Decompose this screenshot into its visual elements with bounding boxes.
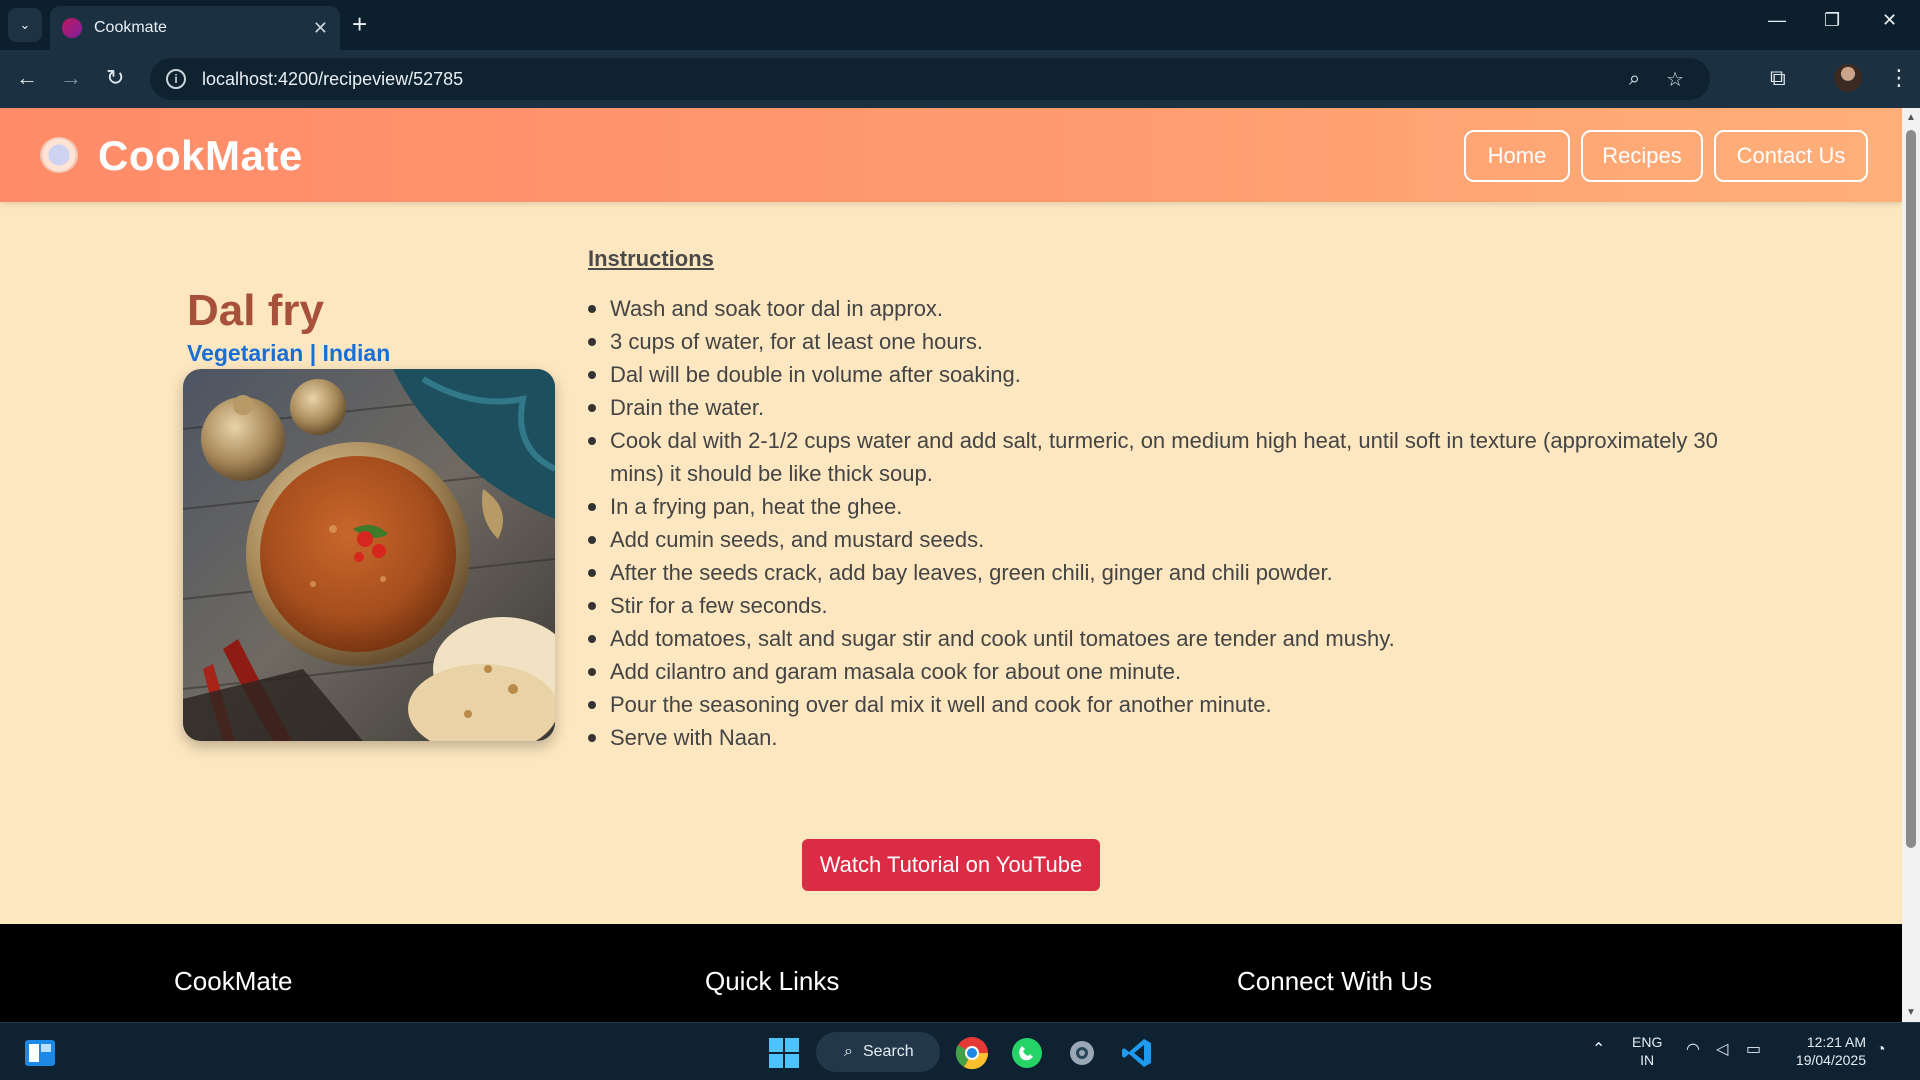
chrome-icon[interactable] [952, 1033, 992, 1073]
vscode-icon[interactable] [1117, 1033, 1157, 1073]
footer-connect-heading: Connect With Us [1237, 966, 1433, 996]
browser-menu-icon[interactable]: ⋮ [1888, 65, 1910, 91]
tab-search-button[interactable]: ⌄ [8, 8, 42, 42]
minimize-window-button[interactable]: — [1768, 10, 1786, 31]
address-bar[interactable]: i localhost:4200/recipeview/52785 ⌕ ☆ [150, 58, 1710, 100]
url-text: localhost:4200/recipeview/52785 [202, 68, 464, 89]
bookmark-star-icon[interactable]: ☆ [1666, 67, 1684, 92]
nav-contact-us[interactable]: Contact Us [1714, 130, 1868, 182]
settings-gear-icon[interactable] [1062, 1033, 1102, 1073]
instruction-step: Add cumin seeds, and mustard seeds. [588, 523, 1718, 556]
clock-time: 12:21 AM [1806, 1034, 1866, 1050]
language-line-1: ENG [1632, 1034, 1663, 1050]
instruction-step: Cook dal with 2-1/2 cups water and add s… [588, 424, 1718, 490]
new-tab-button[interactable]: + [352, 10, 367, 38]
notification-bell-icon[interactable]: ◔ [1876, 1041, 1886, 1059]
instruction-step: After the seeds crack, add bay leaves, g… [588, 556, 1718, 589]
angular-favicon-icon [62, 18, 82, 38]
browser-tab-cookmate[interactable]: Cookmate ✕ [50, 6, 340, 50]
scrollbar-thumb[interactable] [1906, 130, 1916, 848]
page-viewport: CookMate Home Recipes Contact Us Dal fry… [0, 108, 1902, 1022]
scroll-down-arrow-icon[interactable]: ▼ [1906, 1007, 1916, 1018]
close-tab-icon[interactable]: ✕ [313, 18, 328, 39]
taskbar-search[interactable]: ⌕ Search [816, 1032, 940, 1072]
clock-date: 19/04/2025 [1795, 1052, 1866, 1068]
windows-start-icon[interactable] [764, 1033, 804, 1073]
instruction-step: Serve with Naan. [588, 721, 1718, 754]
site-header: CookMate Home Recipes Contact Us [0, 108, 1902, 202]
footer-quick-links-heading: Quick Links [705, 966, 840, 996]
instructions-heading: Instructions [588, 246, 714, 271]
search-icon: ⌕ [844, 1043, 853, 1060]
browser-tab-strip: ⌄ Cookmate ✕ + — ❐ ✕ [0, 0, 1920, 50]
page-scrollbar[interactable]: ▲ ▼ [1902, 108, 1920, 1022]
reload-icon[interactable]: ↻ [106, 64, 124, 92]
chevron-down-icon: ⌄ [19, 17, 31, 32]
site-footer: CookMate Quick Links Connect With Us [0, 924, 1902, 1022]
watch-youtube-button[interactable]: Watch Tutorial on YouTube [802, 839, 1100, 891]
forward-arrow-icon[interactable]: → [60, 64, 82, 92]
site-brand[interactable]: CookMate [98, 132, 303, 180]
instruction-step: Stir for a few seconds. [588, 589, 1718, 622]
nav-recipes[interactable]: Recipes [1581, 130, 1703, 182]
show-hidden-icons-chevron-icon[interactable]: ⌃ [1592, 1041, 1605, 1059]
recipe-tags: Vegetarian | Indian [187, 340, 391, 366]
tab-title: Cookmate [94, 19, 167, 36]
instruction-step: Drain the water. [588, 391, 1718, 424]
battery-icon[interactable]: ▭ [1746, 1041, 1761, 1059]
whatsapp-icon[interactable] [1007, 1033, 1047, 1073]
plate-logo-icon [40, 137, 78, 173]
dal-fry-photo [183, 369, 555, 741]
instruction-step: In a frying pan, heat the ghee. [588, 490, 1718, 523]
language-line-2: IN [1640, 1052, 1655, 1068]
instruction-step: Add tomatoes, salt and sugar stir and co… [588, 622, 1718, 655]
footer-brand: CookMate [174, 966, 293, 996]
taskbar-search-label: Search [862, 1043, 914, 1060]
instructions-list: Wash and soak toor dal in approx. 3 cups… [588, 292, 1718, 754]
back-arrow-icon[interactable]: ← [16, 64, 38, 92]
close-window-button[interactable]: ✕ [1882, 10, 1897, 31]
zoom-icon[interactable]: ⌕ [1629, 68, 1640, 91]
instruction-step: 3 cups of water, for at least one hours. [588, 325, 1718, 358]
instruction-step: Pour the seasoning over dal mix it well … [588, 688, 1718, 721]
language-indicator[interactable]: ENG IN [1632, 1033, 1662, 1069]
extensions-puzzle-icon[interactable]: ⧉ [1770, 65, 1786, 91]
nav-home[interactable]: Home [1464, 130, 1570, 182]
restore-window-button[interactable]: ❐ [1824, 10, 1840, 31]
profile-avatar[interactable] [1834, 64, 1862, 92]
volume-icon[interactable]: ◁ [1716, 1041, 1728, 1059]
scroll-up-arrow-icon[interactable]: ▲ [1906, 112, 1916, 123]
instruction-step: Wash and soak toor dal in approx. [588, 292, 1718, 325]
browser-toolbar: ← → ↻ i localhost:4200/recipeview/52785 … [0, 50, 1920, 108]
recipe-title: Dal fry [187, 286, 324, 335]
windows-taskbar: ⌕ Search ⌃ ENG IN ◠ ◁ ▭ 12:21 AM 19/04/2… [0, 1022, 1920, 1080]
instruction-step: Add cilantro and garam masala cook for a… [588, 655, 1718, 688]
recipe-image [183, 369, 555, 741]
widgets-icon[interactable] [20, 1033, 60, 1073]
taskbar-clock[interactable]: 12:21 AM 19/04/2025 [1782, 1033, 1866, 1069]
instruction-step: Dal will be double in volume after soaki… [588, 358, 1718, 391]
site-info-icon[interactable]: i [166, 69, 186, 89]
wifi-icon[interactable]: ◠ [1686, 1041, 1700, 1059]
